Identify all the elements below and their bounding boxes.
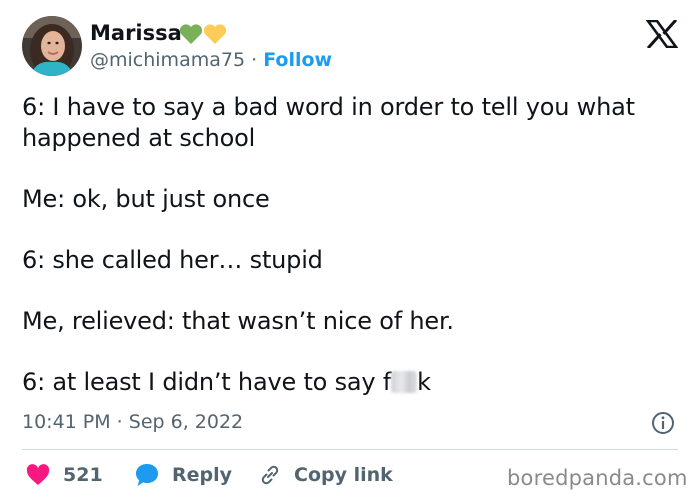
tweet-line: Me: ok, but just once [22,185,270,213]
heart-icon [26,464,50,485]
x-logo-icon[interactable] [646,20,678,48]
tweet-card: Marissa @michimama75 · Follow 6: I have … [0,0,700,502]
tweet-line-last-start: 6: at least I didn’t have to say f [22,368,392,396]
follow-button[interactable]: Follow [263,49,332,71]
author-name[interactable]: Marissa [90,19,182,47]
separator-dot: · [251,49,258,71]
author-handle[interactable]: @michimama75 [90,49,245,71]
heart-emoji-icons [179,24,227,44]
tweet-line: 6: I have to say a bad word in order to … [22,93,643,152]
avatar-photo [22,16,82,76]
author-handle-line: @michimama75 · Follow [90,47,332,73]
reply-bubble-icon [136,464,158,486]
tweet-line: Me, relieved: that wasn’t nice of her. [22,307,454,335]
copy-link-label: Copy link [294,464,393,486]
copy-link-button[interactable]: Copy link [258,460,393,490]
reply-button[interactable]: Reply [134,460,232,490]
tweet-timestamp[interactable]: 10:41 PM · Sep 6, 2022 [22,409,243,435]
link-icon [261,465,279,485]
like-count: 521 [63,464,103,486]
censor-blur [391,371,418,393]
divider [22,449,678,450]
watermark: boredpanda.com [507,466,688,490]
like-button[interactable]: 521 [25,460,103,490]
reply-label: Reply [172,464,233,486]
info-icon[interactable] [651,411,675,435]
tweet-line: 6: she called her… stupid [22,246,323,274]
avatar[interactable] [22,16,82,76]
tweet-line-last-end: k [417,368,431,396]
tweet-line-last: 6: at least I didn’t have to say f k [22,367,672,398]
tweet-text: 6: I have to say a bad word in order to … [22,92,672,428]
